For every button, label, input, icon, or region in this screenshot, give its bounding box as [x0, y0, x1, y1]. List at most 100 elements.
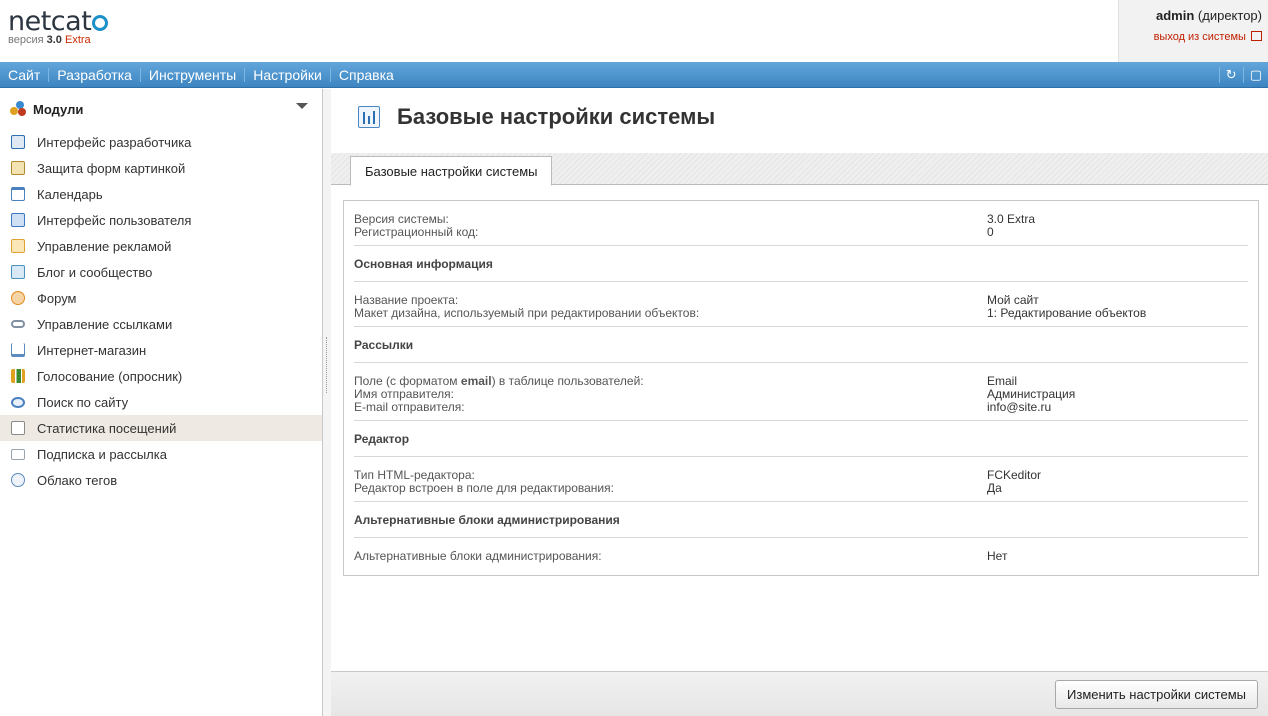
footer-toolbar: Изменить настройки системы	[331, 671, 1268, 716]
section-heading-mailings: Рассылки	[354, 327, 1248, 363]
user-name[interactable]: admin	[1156, 8, 1194, 23]
logo[interactable]: netcat версия 3.0 Extra	[8, 8, 109, 46]
sidebar-item-statistics[interactable]: Статистика посещений	[0, 415, 322, 441]
stats-icon	[11, 421, 25, 435]
refresh-icon[interactable]: ↻	[1218, 67, 1243, 83]
settings-label: Поле (с форматом email) в таблице пользо…	[354, 375, 987, 414]
version-number: 3.0	[46, 34, 62, 46]
label-part: ) в таблице пользователей:	[491, 374, 644, 388]
captcha-icon	[11, 161, 25, 175]
sidebar-item-label: Облако тегов	[37, 472, 118, 488]
settings-value: FCKeditor Да	[987, 469, 1041, 495]
sidebar-header[interactable]: Модули	[0, 89, 322, 129]
sidebar-item-ads[interactable]: Управление рекламой	[0, 233, 322, 259]
settings-row-project: Название проекта: Макет дизайна, использу…	[354, 282, 1248, 327]
splitter-grip[interactable]	[326, 337, 328, 393]
sidebar-item-captcha[interactable]: Защита форм картинкой	[0, 155, 322, 181]
sidebar-item-links[interactable]: Управление ссылками	[0, 311, 322, 337]
top-nav-tools: ↻ ▢	[1218, 62, 1268, 88]
label-part: Поле (с форматом	[354, 374, 458, 388]
sidebar-item-forum[interactable]: Форум	[0, 285, 322, 311]
sidebar-item-label: Интернет-магазин	[37, 342, 147, 358]
sidebar-item-shop[interactable]: Интернет-магазин	[0, 337, 322, 363]
modules-icon	[10, 101, 26, 117]
top-nav: Сайт Разработка Инструменты Настройки Сп…	[0, 62, 1268, 88]
settings-value: Email Администрация info@site.ru	[987, 375, 1075, 414]
tab-basic-settings[interactable]: Базовые настройки системы	[350, 156, 553, 186]
sidebar-item-label: Защита форм картинкой	[37, 160, 186, 176]
settings-panel: Версия системы: Регистрационный код: 3.0 …	[343, 200, 1259, 576]
section-heading-main-info: Основная информация	[354, 246, 1248, 282]
sidebar-item-user-interface[interactable]: Интерфейс пользователя	[0, 207, 322, 233]
search-icon	[11, 396, 25, 408]
settings-label: Тип HTML-редактора: Редактор встроен в по…	[354, 469, 987, 495]
module-list: Интерфейс разработчика Защита форм карти…	[0, 129, 322, 493]
value-sender-email: info@site.ru	[987, 400, 1052, 414]
settings-label: Версия системы: Регистрационный код:	[354, 213, 987, 239]
value-reg-code: 0	[987, 225, 994, 239]
header: netcat версия 3.0 Extra admin (директор)…	[0, 0, 1268, 62]
settings-row-version: Версия системы: Регистрационный код: 3.0 …	[354, 201, 1248, 246]
sidebar-title: Модули	[33, 101, 84, 117]
value-editor-inline: Да	[987, 481, 1002, 495]
sidebar-item-poll[interactable]: Голосование (опросник)	[0, 363, 322, 389]
user-role: (директор)	[1197, 8, 1262, 23]
sidebar-item-subscription[interactable]: Подписка и рассылка	[0, 441, 322, 467]
label-design-template: Макет дизайна, используемый при редактир…	[354, 306, 700, 320]
settings-label: Название проекта: Макет дизайна, использу…	[354, 294, 987, 320]
sidebar-item-calendar[interactable]: Календарь	[0, 181, 322, 207]
link-icon	[11, 320, 25, 328]
nav-item-settings[interactable]: Настройки	[245, 68, 331, 82]
user-box: admin (директор) выход из системы	[1118, 0, 1268, 62]
settings-value: 3.0 Extra 0	[987, 213, 1035, 239]
calendar-icon	[11, 187, 25, 201]
sidebar: Модули Интерфейс разработчика Защита фор…	[0, 89, 323, 716]
user-info: admin (директор)	[1119, 8, 1262, 23]
settings-sliders-icon	[358, 106, 380, 128]
panel-splitter[interactable]	[323, 89, 331, 716]
logo-text: netcat	[8, 8, 109, 36]
poll-icon	[11, 369, 25, 383]
settings-row-mailings: Поле (с форматом email) в таблице пользо…	[354, 363, 1248, 421]
change-settings-button[interactable]: Изменить настройки системы	[1055, 680, 1258, 709]
page-header: Базовые настройки системы	[331, 89, 1268, 145]
user-icon	[11, 213, 25, 227]
sidebar-item-tag-cloud[interactable]: Облако тегов	[0, 467, 322, 493]
settings-row-alt-blocks: Альтернативные блоки администрирования: …	[354, 538, 1248, 569]
sidebar-item-label: Подписка и рассылка	[37, 446, 167, 462]
chat-icon[interactable]: ▢	[1242, 67, 1268, 83]
section-heading-alt-blocks: Альтернативные блоки администрирования	[354, 502, 1248, 538]
ad-icon	[11, 239, 25, 253]
sidebar-item-label: Интерфейс пользователя	[37, 212, 192, 228]
label-part-bold: email	[460, 374, 492, 388]
logout-label[interactable]: выход из системы	[1154, 31, 1246, 43]
sidebar-item-label: Форум	[37, 290, 77, 306]
settings-value: Мой сайт 1: Редактирование объектов	[987, 294, 1146, 320]
sidebar-item-blog[interactable]: Блог и сообщество	[0, 259, 322, 285]
value-design-template: 1: Редактирование объектов	[987, 306, 1147, 320]
nav-item-development[interactable]: Разработка	[49, 68, 141, 82]
sidebar-item-developer-interface[interactable]: Интерфейс разработчика	[0, 129, 322, 155]
page-title: Базовые настройки системы	[397, 104, 716, 129]
label-editor-inline: Редактор встроен в поле для редактирован…	[354, 481, 614, 495]
collapse-icon[interactable]	[296, 103, 308, 109]
wrench-icon	[11, 135, 25, 149]
version-prefix: версия	[8, 34, 44, 46]
sidebar-item-search[interactable]: Поиск по сайту	[0, 389, 322, 415]
label-sender-email: E-mail отправителя:	[354, 400, 465, 414]
settings-row-editor: Тип HTML-редактора: Редактор встроен в по…	[354, 457, 1248, 502]
sidebar-item-label: Голосование (опросник)	[37, 368, 183, 384]
nav-item-help[interactable]: Справка	[331, 68, 402, 82]
value-alt-blocks: Нет	[987, 549, 1008, 563]
value-version: 3.0 Extra	[987, 212, 1036, 226]
nav-item-site[interactable]: Сайт	[0, 68, 50, 82]
label-reg-code: Регистрационный код:	[354, 225, 479, 239]
logo-ring-icon	[92, 15, 109, 31]
logout-link[interactable]: выход из системы	[1119, 31, 1262, 43]
label-alt-blocks: Альтернативные блоки администрирования:	[354, 549, 602, 563]
sidebar-item-label: Управление ссылками	[37, 316, 173, 332]
nav-item-tools[interactable]: Инструменты	[141, 68, 246, 82]
forum-icon	[11, 291, 25, 305]
sidebar-item-label: Календарь	[37, 186, 103, 202]
logout-icon[interactable]	[1251, 31, 1262, 41]
